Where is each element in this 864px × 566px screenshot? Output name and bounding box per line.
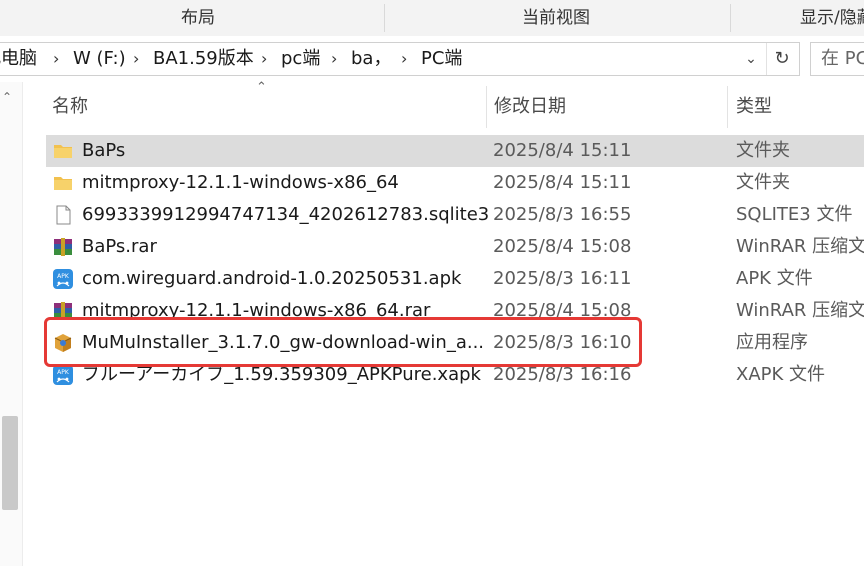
file-name: 6993339912994747134_4202612783.sqlite3 [82, 204, 490, 225]
file-type: APK 文件 [736, 268, 813, 289]
breadcrumb-chevron-icon[interactable]: › [53, 43, 59, 75]
file-modified-date: 2025/8/3 16:55 [493, 204, 632, 225]
breadcrumb-chevron-icon[interactable]: › [401, 43, 407, 75]
column-separator[interactable] [727, 86, 728, 128]
search-input[interactable]: 在 PC端 中搜索 [810, 42, 864, 76]
file-row-mumu-installer[interactable]: MuMuInstaller_3.1.7.0_gw-download-win_a.… [46, 327, 864, 359]
svg-text:APK: APK [57, 273, 70, 280]
file-name: BaPs [82, 140, 126, 161]
navigation-pane[interactable]: ⌃ [0, 82, 23, 566]
file-modified-date: 2025/8/4 15:08 [493, 300, 632, 321]
column-header-date[interactable]: 修改日期 [494, 82, 566, 132]
file-modified-date: 2025/8/4 15:08 [493, 236, 632, 257]
file-row-baps-rar[interactable]: BaPs.rar 2025/8/4 15:08 WinRAR 压缩文件 [46, 231, 864, 263]
winrar-icon [52, 236, 74, 258]
apk-icon: APK [52, 268, 74, 290]
file-row-bluearchive-xapk[interactable]: APK ブルーアーカイブ_1.59.359309_APKPure.xapk 2025… [46, 359, 864, 391]
breadcrumb-folder-ba[interactable]: ba， [351, 43, 391, 75]
file-type: 文件夹 [736, 140, 790, 161]
file-modified-date: 2025/8/3 16:11 [493, 268, 632, 289]
file-name: mitmproxy-12.1.1-windows-x86_64 [82, 172, 399, 193]
file-row-wireguard-apk[interactable]: APK com.wireguard.android-1.0.20250531.ap… [46, 263, 864, 295]
breadcrumb-folder-ba159[interactable]: BA1.59版本 [153, 43, 254, 75]
ribbon-tabs: 布局 当前视图 显示/隐藏 [0, 0, 864, 37]
file-modified-date: 2025/8/3 16:10 [493, 332, 632, 353]
ribbon-group-layout[interactable]: 布局 [130, 0, 266, 36]
file-type: SQLITE3 文件 [736, 204, 853, 225]
breadcrumb-folder-pc-current[interactable]: PC端 [421, 43, 462, 75]
file-type: WinRAR 压缩文件 [736, 236, 864, 257]
file-modified-date: 2025/8/4 15:11 [493, 140, 632, 161]
file-modified-date: 2025/8/3 16:16 [493, 364, 632, 385]
ribbon-group-show-hide[interactable]: 显示/隐藏 [800, 0, 864, 36]
file-name: BaPs.rar [82, 236, 157, 257]
file-row-mitmproxy-rar[interactable]: mitmproxy-12.1.1-windows-x86_64.rar 2025/… [46, 295, 864, 327]
breadcrumb-chevron-icon[interactable]: › [331, 43, 337, 75]
ribbon-separator [384, 4, 385, 32]
ribbon-group-current-view[interactable]: 当前视图 [486, 0, 626, 36]
apk-icon: APK [52, 364, 74, 386]
address-dropdown-icon[interactable]: ⌄ [737, 43, 765, 75]
file-name: mitmproxy-12.1.1-windows-x86_64.rar [82, 300, 431, 321]
file-type: XAPK 文件 [736, 364, 826, 385]
refresh-icon[interactable]: ↻ [766, 43, 797, 75]
file-type: 应用程序 [736, 332, 808, 353]
file-modified-date: 2025/8/4 15:11 [493, 172, 632, 193]
breadcrumb-folder-pc[interactable]: pc端 [281, 43, 320, 75]
svg-text:APK: APK [57, 369, 70, 376]
navigation-pane-scrollbar[interactable] [2, 416, 18, 510]
column-header-name[interactable]: 名称 [52, 82, 88, 132]
navigation-bar: 此电脑 › W (F:) › BA1.59版本 › pc端 › ba， › PC… [0, 36, 864, 82]
file-icon [52, 204, 74, 226]
column-separator[interactable] [486, 86, 487, 128]
column-header-type[interactable]: 类型 [736, 82, 772, 132]
ribbon-separator [730, 4, 731, 32]
folder-icon [52, 140, 74, 162]
breadcrumb-chevron-icon[interactable]: › [133, 43, 139, 75]
breadcrumb-drive[interactable]: W (F:) [73, 43, 126, 75]
scroll-up-icon[interactable]: ⌃ [2, 90, 12, 104]
file-row-sqlite3[interactable]: 6993339912994747134_4202612783.sqlite3 20… [46, 199, 864, 231]
sort-ascending-icon: ⌃ [256, 80, 267, 95]
address-bar[interactable]: 此电脑 › W (F:) › BA1.59版本 › pc端 › ba， › PC… [0, 42, 800, 76]
file-name: ブルーアーカイブ_1.59.359309_APKPure.xapk [82, 364, 481, 385]
breadcrumb-this-pc[interactable]: 此电脑 [0, 43, 37, 75]
file-row-mitmproxy-folder[interactable]: mitmproxy-12.1.1-windows-x86_64 2025/8/4 … [46, 167, 864, 199]
installer-icon [52, 332, 74, 354]
folder-icon [52, 172, 74, 194]
breadcrumb-chevron-icon[interactable]: › [261, 43, 267, 75]
file-type: WinRAR 压缩文件 [736, 300, 864, 321]
file-row-baps[interactable]: BaPs 2025/8/4 15:11 文件夹 [46, 135, 864, 167]
winrar-icon [52, 300, 74, 322]
file-name: com.wireguard.android-1.0.20250531.apk [82, 268, 462, 289]
file-type: 文件夹 [736, 172, 790, 193]
file-name: MuMuInstaller_3.1.7.0_gw-download-win_a.… [82, 332, 485, 353]
